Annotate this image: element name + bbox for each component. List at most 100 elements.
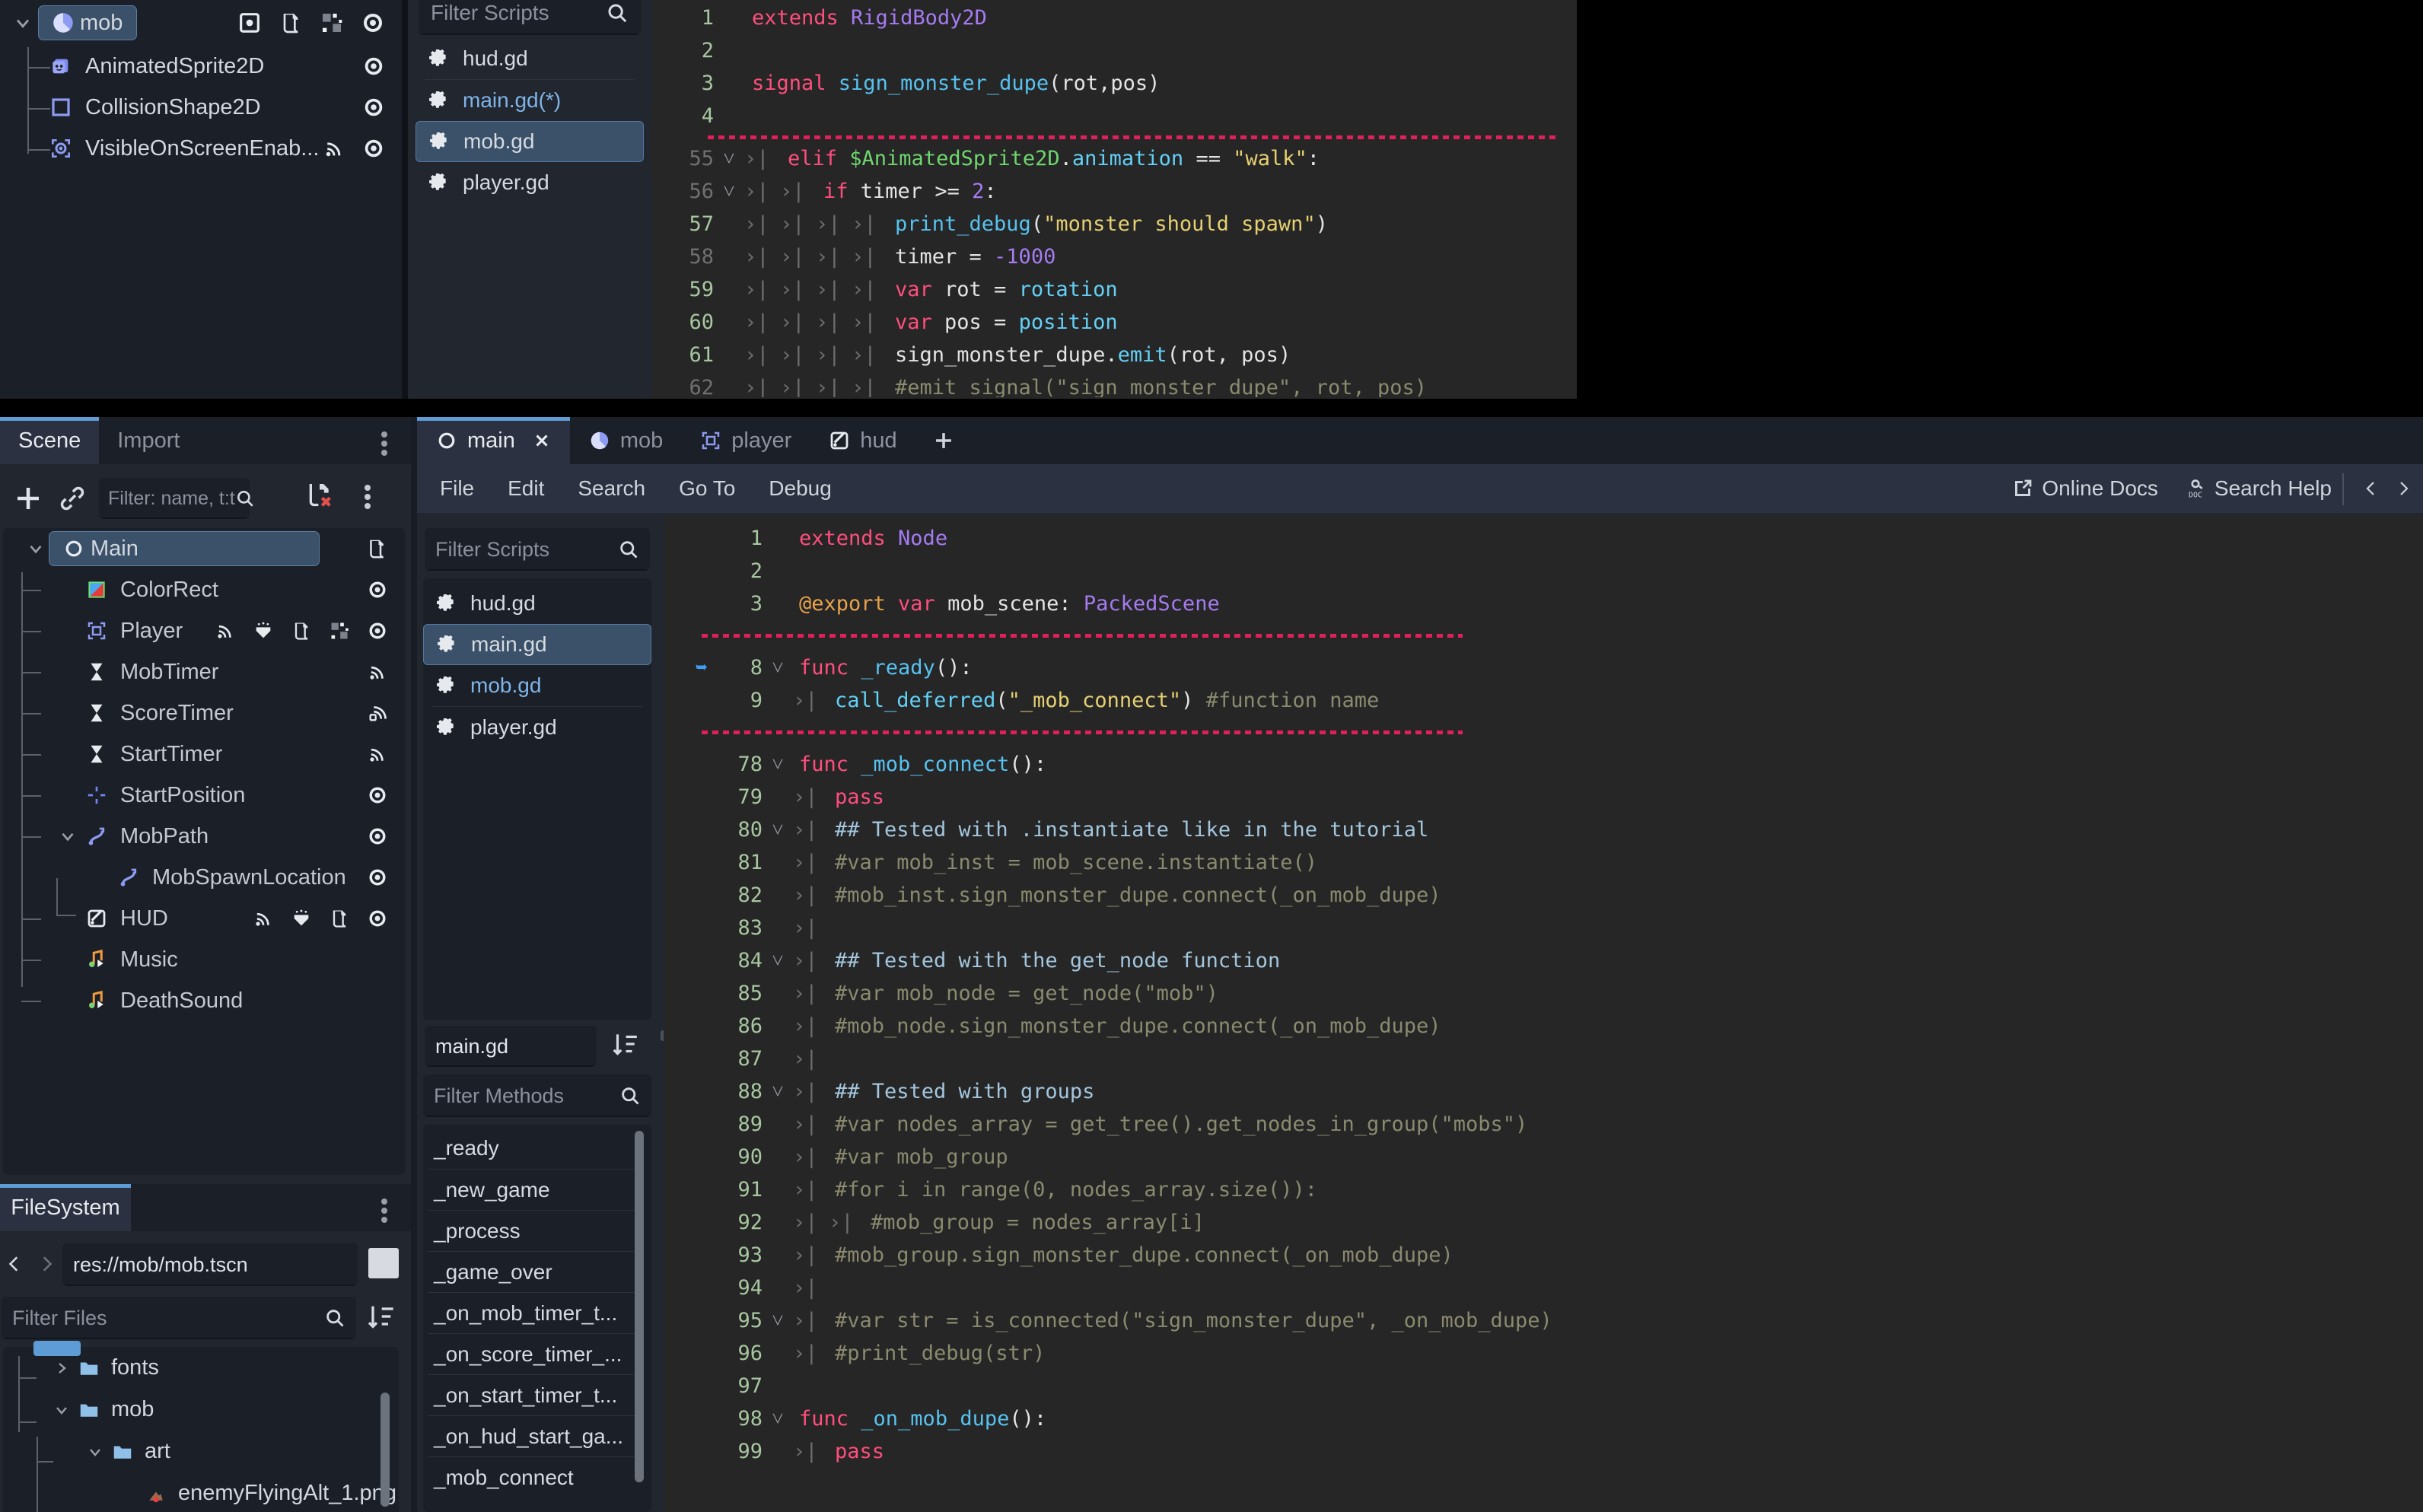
eye-icon[interactable] [367,785,388,806]
member-list-item[interactable]: _on_start_timer_t... [428,1374,641,1415]
member-list-item[interactable]: _new_game [428,1169,641,1210]
code-line[interactable]: 93 ›| #mob_group.sign_monster_dupe.connect… [685,1239,2420,1272]
scene-filter-input[interactable]: Filter: name, t:t [99,478,253,519]
scene-tree-row[interactable]: Player [3,610,405,651]
script-list-item[interactable]: mob.gd [423,665,651,706]
code-line[interactable]: 1 extends Node [685,522,2420,555]
code-line[interactable]: 58 ›| ›| ›| ›| timer = -1000 [670,240,1575,273]
fold-marker[interactable]: ˅ [763,1304,793,1337]
main-filter-scripts-input[interactable]: Filter Scripts [425,528,650,571]
scene-tree-row-root[interactable]: mob [0,0,402,46]
code-line[interactable]: 60 ›| ›| ›| ›| var pos = position [670,306,1575,339]
code-line[interactable]: 90 ›| #var mob_group [685,1141,2420,1173]
code-line[interactable]: 88 ˅ ›| ## Tested with groups [685,1075,2420,1108]
eye-icon[interactable] [367,620,388,641]
code-line[interactable]: 81 ›| #var mob_inst = mob_scene.instantiat… [685,846,2420,879]
filesystem-row[interactable]: enemyFlyingAlt_1.png [3,1472,399,1512]
eye-icon[interactable] [367,826,388,847]
signal-icon[interactable] [367,743,388,765]
scene-tree-row[interactable]: StartPosition [3,775,405,816]
script-tab-hud[interactable]: hud [810,417,915,464]
close-icon[interactable] [532,431,552,450]
eye-icon[interactable] [367,908,388,929]
scene-tree-row[interactable]: CollisionShape2D [0,87,402,128]
dock-tab-import[interactable]: Import [99,417,199,464]
code-line[interactable]: 83 ›| [685,912,2420,944]
kebab-menu-icon[interactable] [380,431,388,457]
eye-icon[interactable] [362,96,385,119]
code-line[interactable]: 78 ˅ func _mob_connect(): [685,748,2420,781]
code-line[interactable]: 89 ›| #var nodes_array = get_tree().get_no… [685,1108,2420,1141]
script-list-item[interactable]: hud.gd [423,583,651,624]
code-line[interactable]: 97 [685,1370,2420,1402]
code-line[interactable]: 82 ›| #mob_inst.sign_monster_dupe.connect(… [685,879,2420,912]
script-menu-items[interactable]: File Edit Search Go To Debug [423,464,849,513]
sort-icon[interactable] [610,1027,639,1061]
code-line[interactable]: 9 ›| call_deferred("_mob_connect") #functi… [685,684,2420,717]
code-line[interactable]: 2 [685,555,2420,587]
script-tab-main[interactable]: main [417,417,570,464]
member-list-item[interactable]: _on_mob_timer_t... [428,1292,641,1333]
script-list-item[interactable]: player.gd [423,707,651,748]
code-line[interactable]: 1 extends RigidBody2D [670,2,1575,34]
member-list-item[interactable]: _mob_connect [428,1456,641,1498]
code-line[interactable]: 79 ›| pass [685,781,2420,813]
dock-tab-scene[interactable]: Scene [0,417,100,464]
scene-tree-row[interactable]: ScoreTimer [3,692,405,734]
eye-icon[interactable] [367,579,388,600]
script-list-item[interactable]: main.gd [423,624,651,665]
chevron-right-icon[interactable] [2394,473,2412,504]
plus-icon[interactable] [9,479,47,517]
fold-marker[interactable]: ˅ [714,175,744,208]
signal-icon[interactable] [323,137,345,160]
member-list-item[interactable]: _on_hud_start_ga... [428,1415,641,1456]
chevron-down-icon[interactable] [55,826,81,846]
script-help-tools[interactable]: Online Docs DOC Search Help [2011,464,2332,513]
filter-methods-input[interactable]: Filter Methods [423,1074,651,1117]
filesystem-row[interactable]: art [3,1431,399,1472]
kebab-menu-icon[interactable] [380,1198,388,1224]
floating-filter-scripts-input[interactable]: Filter Scripts [419,0,641,35]
chevron-down-icon[interactable] [84,1443,107,1461]
sort-icon[interactable] [365,1300,396,1333]
filesystem-row[interactable]: mob [3,1389,399,1431]
code-line[interactable]: 3 @export var mob_scene: PackedScene [685,587,2420,620]
code-line[interactable]: 86 ›| #mob_node.sign_monster_dupe.connect(… [685,1010,2420,1042]
member-list-item[interactable]: _on_score_timer_... [428,1333,641,1374]
chevron-left-icon[interactable] [2362,473,2380,504]
code-line[interactable]: 80 ˅ ›| ## Tested with .instantiate like in… [685,813,2420,846]
chevron-down-icon[interactable] [23,539,49,559]
fold-marker[interactable]: ˅ [763,944,793,977]
filesystem-path-input[interactable]: res://mob/mob.tscn [62,1243,358,1286]
remove-script-icon[interactable] [304,479,335,511]
script-list-item[interactable]: player.gd [416,162,644,203]
split-mode-icon[interactable] [368,1248,399,1278]
members-scrollbar[interactable] [635,1131,644,1482]
code-line[interactable]: 61 ›| ›| ›| ›| sign_monster_dupe.emit(rot, po… [670,339,1575,371]
current-script-field[interactable]: main.gd [425,1026,597,1067]
eye-icon[interactable] [361,11,385,35]
fold-marker[interactable]: ˅ [763,748,793,781]
signal-icon[interactable] [215,620,236,641]
code-line[interactable]: 91 ›| #for i in range(0, nodes_array.size(… [685,1173,2420,1206]
tool-search-help[interactable]: DOC Search Help [2184,476,2332,501]
code-line[interactable]: 56 ˅ ›| ›| if timer >= 2: [670,175,1575,208]
menu-file[interactable]: File [423,465,491,512]
member-list-item[interactable]: _game_over [428,1251,641,1292]
code-line[interactable]: 62 ›| ›| ›| ›| #emit_signal("sign_monster_dup… [670,371,1575,397]
signal-group-icon[interactable] [367,702,388,724]
anim-icon[interactable] [291,908,312,929]
menu-debug[interactable]: Debug [752,465,849,512]
eye-icon[interactable] [362,55,385,78]
code-line[interactable]: 3 signal sign_monster_dupe(rot,pos) [670,67,1575,100]
anim-icon[interactable] [253,620,274,641]
filter-files-input[interactable]: Filter Files [2,1297,356,1339]
code-line[interactable]: 55 ˅ ›| elif $AnimatedSprite2D.animation ==… [670,142,1575,175]
code-line[interactable]: 4 [670,100,1575,132]
script-list-item[interactable]: mob.gd [416,121,644,162]
script-icon[interactable] [329,908,350,929]
eye-icon[interactable] [362,137,385,160]
script-list-item[interactable]: main.gd(*) [416,80,644,121]
script-tab-mob[interactable]: mob [569,417,682,464]
script-icon[interactable] [279,11,303,35]
